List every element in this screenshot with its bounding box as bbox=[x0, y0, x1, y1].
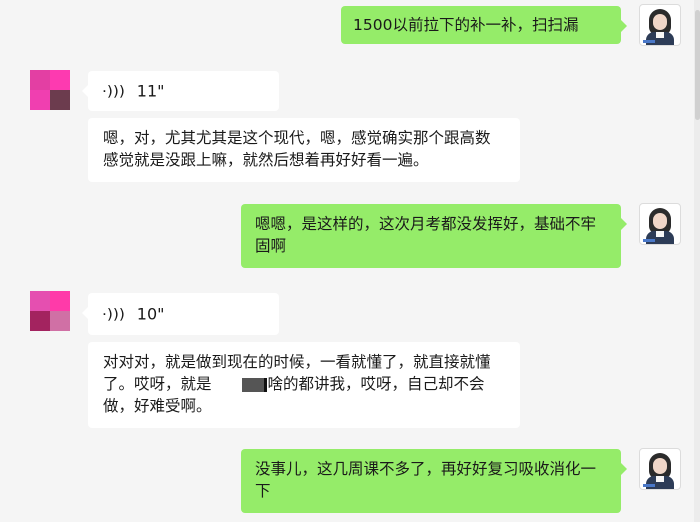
avatar-self[interactable] bbox=[639, 203, 681, 245]
redacted-block bbox=[241, 377, 267, 392]
avatar-other[interactable] bbox=[30, 70, 70, 110]
voice-message[interactable]: ·))) 11" bbox=[82, 71, 279, 111]
message-bubble-other[interactable]: 对对对，就是做到现在的时候，一看就懂了，就直接就懂了。哎呀，就是 啥的都讲我，哎呀… bbox=[88, 342, 520, 428]
avatar-other[interactable] bbox=[30, 291, 70, 331]
scrollbar-thumb[interactable] bbox=[695, 10, 700, 120]
voice-duration: 11" bbox=[136, 81, 165, 101]
voice-message[interactable]: ·))) 10" bbox=[82, 293, 279, 335]
message-text: 1500以前拉下的补一补，扫扫漏 bbox=[353, 16, 579, 34]
message-bubble-other[interactable]: 嗯，对，尤其尤其是这个现代，嗯，感觉确实那个跟高数感觉就是没跟上嘛，就然后想着再… bbox=[88, 118, 520, 182]
message-text: 嗯嗯，是这样的，这次月考都没发挥好，基础不牢固啊 bbox=[255, 215, 597, 255]
message-text: 没事儿，这几周课不多了，再好好复习吸收消化一下 bbox=[255, 460, 597, 500]
message-bubble-self[interactable]: 嗯嗯，是这样的，这次月考都没发挥好，基础不牢固啊 bbox=[241, 204, 627, 268]
scrollbar[interactable] bbox=[694, 0, 700, 522]
chat-window: 1500以前拉下的补一补，扫扫漏 ·))) 11" 嗯，对，尤其尤其是这个现代，… bbox=[0, 0, 700, 522]
message-text: 嗯，对，尤其尤其是这个现代，嗯，感觉确实那个跟高数感觉就是没跟上嘛，就然后想着再… bbox=[103, 129, 491, 169]
voice-duration: 10" bbox=[136, 304, 165, 324]
avatar-self[interactable] bbox=[639, 448, 681, 490]
avatar-self[interactable] bbox=[639, 4, 681, 46]
voice-wave-icon: ·))) bbox=[101, 306, 125, 323]
voice-wave-icon: ·))) bbox=[101, 83, 125, 100]
message-bubble-self[interactable]: 没事儿，这几周课不多了，再好好复习吸收消化一下 bbox=[241, 449, 627, 513]
message-bubble-self[interactable]: 1500以前拉下的补一补，扫扫漏 bbox=[341, 6, 627, 44]
